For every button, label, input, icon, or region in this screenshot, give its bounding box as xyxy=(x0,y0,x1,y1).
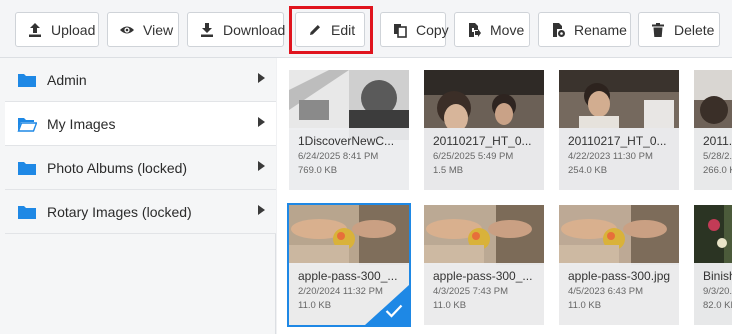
rename-label: Rename xyxy=(574,21,627,38)
file-date: 6/24/2025 8:41 PM xyxy=(298,151,379,162)
copy-button[interactable]: Copy xyxy=(380,12,449,47)
file-info: apple-pass-300.jpg 4/5/2023 6:43 PM 11.0… xyxy=(559,263,679,325)
file-tile[interactable]: 20110217_HT_0... 4/22/2023 11:30 PM 254.… xyxy=(559,70,679,190)
file-tile[interactable]: 1DiscoverNewC... 6/24/2025 8:41 PM 769.0… xyxy=(289,70,409,190)
folder-icon xyxy=(18,205,36,219)
folder-label: Photo Albums (locked) xyxy=(47,159,188,176)
file-tile[interactable]: 2011... 5/28/2... 266.0 KB xyxy=(694,70,732,190)
file-size: 11.0 KB xyxy=(433,300,467,311)
file-name: 20110217_HT_0... xyxy=(568,134,667,148)
folder-admin[interactable]: Admin xyxy=(5,58,276,102)
trash-icon xyxy=(650,22,666,38)
file-size: 266.0 KB xyxy=(703,165,732,176)
file-date: 4/22/2023 11:30 PM xyxy=(568,151,653,162)
file-info: 2011... 5/28/2... 266.0 KB xyxy=(694,128,732,190)
toolbar: Upload View Download Edit Copy Move Rena… xyxy=(0,0,732,58)
eye-icon xyxy=(119,22,135,38)
copy-label: Copy xyxy=(416,21,449,38)
file-name: apple-pass-300_... xyxy=(433,269,533,283)
file-name: 20110217_HT_0... xyxy=(433,134,532,148)
folder-my-images[interactable]: My Images xyxy=(5,102,276,146)
expand-arrow-icon[interactable] xyxy=(258,117,265,127)
folder-photo-albums[interactable]: Photo Albums (locked) xyxy=(5,146,276,190)
folder-icon xyxy=(18,73,36,87)
file-tile-selected[interactable]: apple-pass-300_... 2/20/2024 11:32 PM 11… xyxy=(287,203,411,327)
download-button[interactable]: Download xyxy=(187,12,286,47)
file-size: 82.0 KB xyxy=(703,300,732,311)
upload-label: Upload xyxy=(51,21,96,38)
upload-icon xyxy=(27,22,43,38)
expand-arrow-icon[interactable] xyxy=(258,205,265,215)
download-label: Download xyxy=(223,21,286,38)
checkmark-icon xyxy=(385,304,403,318)
file-date: 4/5/2023 6:43 PM xyxy=(568,286,643,297)
file-size: 769.0 KB xyxy=(298,165,338,176)
file-tile[interactable]: Binish... 9/3/20... 82.0 KB xyxy=(694,205,732,325)
download-icon xyxy=(199,22,215,38)
move-label: Move xyxy=(490,21,525,38)
file-info: apple-pass-300_... 4/3/2025 7:43 PM 11.0… xyxy=(424,263,544,325)
upload-button[interactable]: Upload xyxy=(15,12,99,47)
view-button[interactable]: View xyxy=(107,12,179,47)
rename-icon xyxy=(550,22,566,38)
folder-label: My Images xyxy=(47,115,116,132)
expand-arrow-icon[interactable] xyxy=(258,73,265,83)
file-grid: 1DiscoverNewC... 6/24/2025 8:41 PM 769.0… xyxy=(277,58,732,334)
file-info: 20110217_HT_0... 6/25/2025 5:49 PM 1.5 M… xyxy=(424,128,544,190)
file-name: apple-pass-300_... xyxy=(298,269,398,283)
file-name: 1DiscoverNewC... xyxy=(298,134,395,148)
folder-icon xyxy=(18,161,36,175)
file-date: 4/3/2025 7:43 PM xyxy=(433,286,508,297)
move-icon xyxy=(466,22,482,38)
file-info: 1DiscoverNewC... 6/24/2025 8:41 PM 769.0… xyxy=(289,128,409,190)
file-name: 2011... xyxy=(703,134,732,148)
file-date: 5/28/2... xyxy=(703,151,732,162)
file-name: Binish... xyxy=(703,269,732,283)
folder-rotary-images[interactable]: Rotary Images (locked) xyxy=(5,190,276,234)
file-name: apple-pass-300.jpg xyxy=(568,269,670,283)
expand-arrow-icon[interactable] xyxy=(258,161,265,171)
file-size: 11.0 KB xyxy=(568,300,602,311)
file-tile[interactable]: apple-pass-300_... 4/3/2025 7:43 PM 11.0… xyxy=(424,205,544,325)
file-info: Binish... 9/3/20... 82.0 KB xyxy=(694,263,732,325)
copy-icon xyxy=(392,22,408,38)
file-size: 254.0 KB xyxy=(568,165,608,176)
delete-button[interactable]: Delete xyxy=(638,12,720,47)
folder-label: Rotary Images (locked) xyxy=(47,203,192,220)
file-date: 6/25/2025 5:49 PM xyxy=(433,151,514,162)
file-date: 9/3/20... xyxy=(703,286,732,297)
folder-sidebar: Admin My Images Photo Albums (locked) Ro… xyxy=(0,58,276,334)
rename-button[interactable]: Rename xyxy=(538,12,631,47)
folder-label: Admin xyxy=(47,71,87,88)
file-info: 20110217_HT_0... 4/22/2023 11:30 PM 254.… xyxy=(559,128,679,190)
delete-label: Delete xyxy=(674,21,715,38)
move-button[interactable]: Move xyxy=(454,12,530,47)
open-folder-icon xyxy=(17,117,37,132)
file-tile[interactable]: 20110217_HT_0... 6/25/2025 5:49 PM 1.5 M… xyxy=(424,70,544,190)
file-tile[interactable]: apple-pass-300.jpg 4/5/2023 6:43 PM 11.0… xyxy=(559,205,679,325)
view-label: View xyxy=(143,21,174,38)
edit-highlight-box xyxy=(289,6,373,54)
file-size: 1.5 MB xyxy=(433,165,464,176)
